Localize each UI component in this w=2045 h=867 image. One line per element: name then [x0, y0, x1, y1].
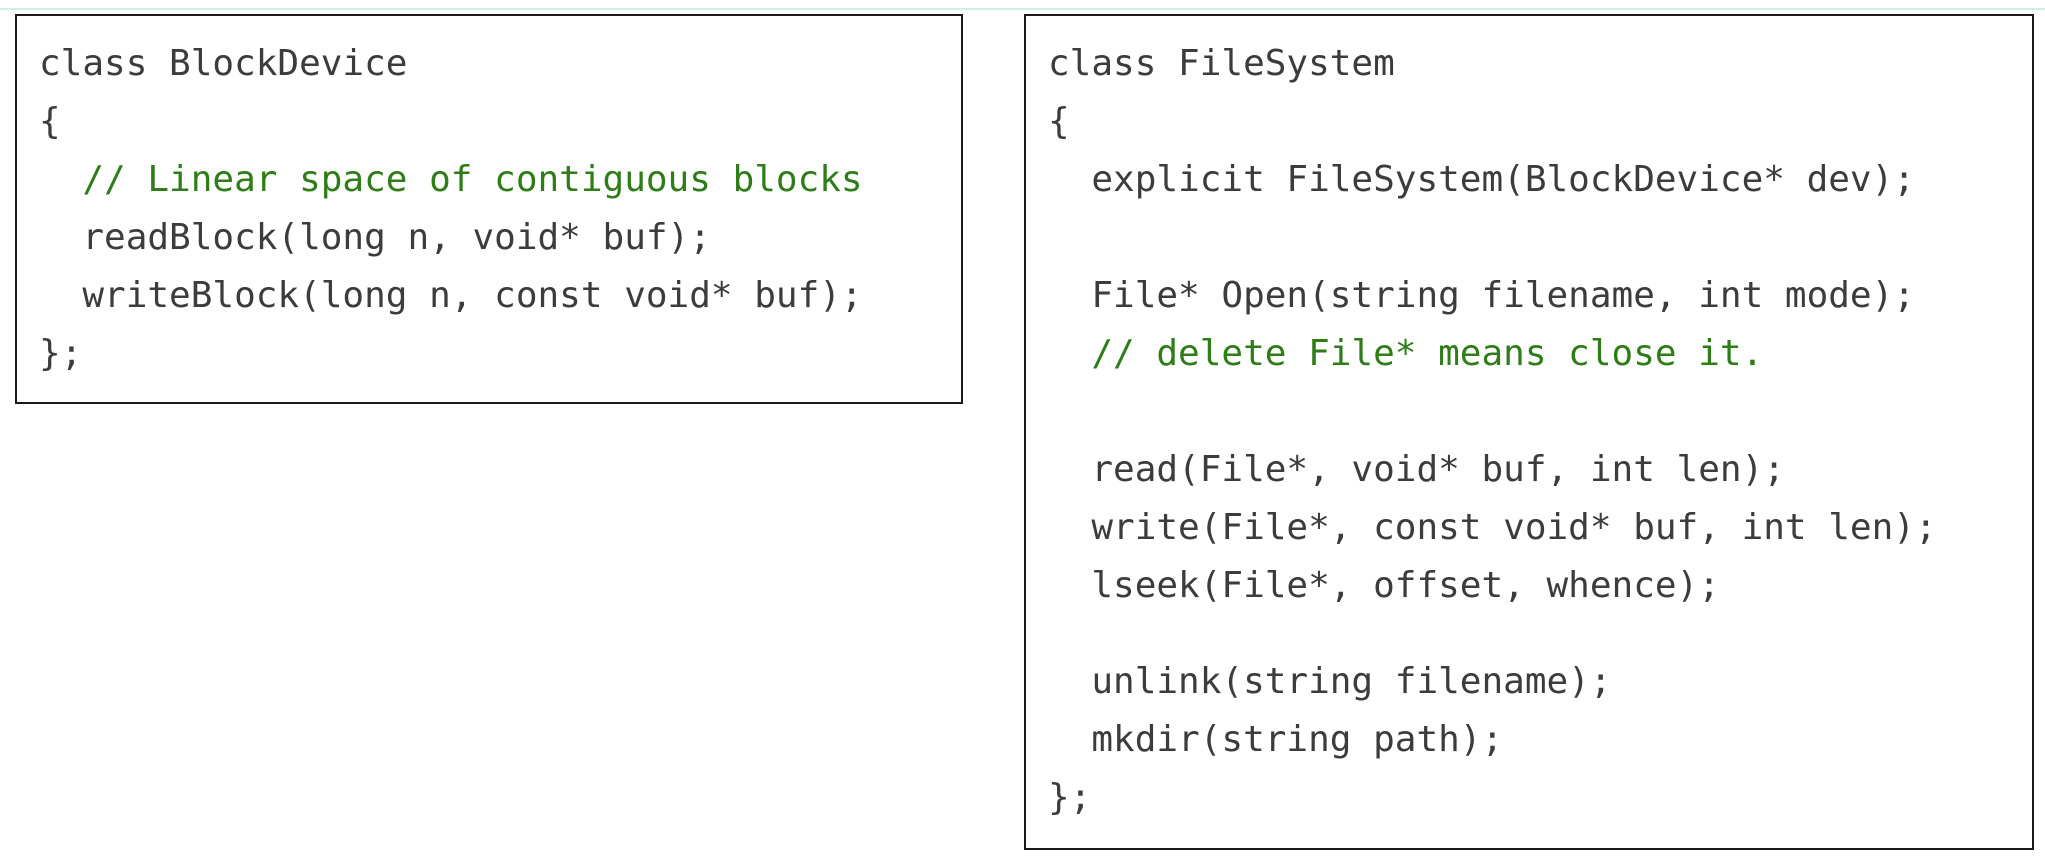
code-line: };: [39, 333, 83, 374]
file-system-code-panel: class FileSystem { explicit FileSystem(B…: [1024, 14, 2034, 850]
code-line: lseek(File*, offset, whence);: [1048, 565, 1720, 606]
code-line: write(File*, const void* buf, int len);: [1048, 507, 1937, 548]
code-comment: // delete File* means close it.: [1048, 333, 1764, 374]
code-line: {: [1048, 101, 1070, 142]
code-line: writeBlock(long n, const void* buf);: [39, 275, 863, 316]
code-comment: // Linear space of contiguous blocks: [39, 159, 863, 200]
block-device-code-panel: class BlockDevice { // Linear space of c…: [15, 14, 963, 404]
code-line: };: [1048, 777, 1092, 818]
code-line: explicit FileSystem(BlockDevice* dev);: [1048, 159, 1915, 200]
code-line: read(File*, void* buf, int len);: [1048, 449, 1785, 490]
code-line: File* Open(string filename, int mode);: [1048, 275, 1915, 316]
code-line: class FileSystem: [1048, 43, 1395, 84]
code-line: mkdir(string path);: [1048, 719, 1504, 760]
code-line: unlink(string filename);: [1048, 661, 1612, 702]
code-line: class BlockDevice: [39, 43, 408, 84]
top-divider: [0, 8, 2045, 10]
code-line: {: [39, 101, 61, 142]
code-line: readBlock(long n, void* buf);: [39, 217, 711, 258]
